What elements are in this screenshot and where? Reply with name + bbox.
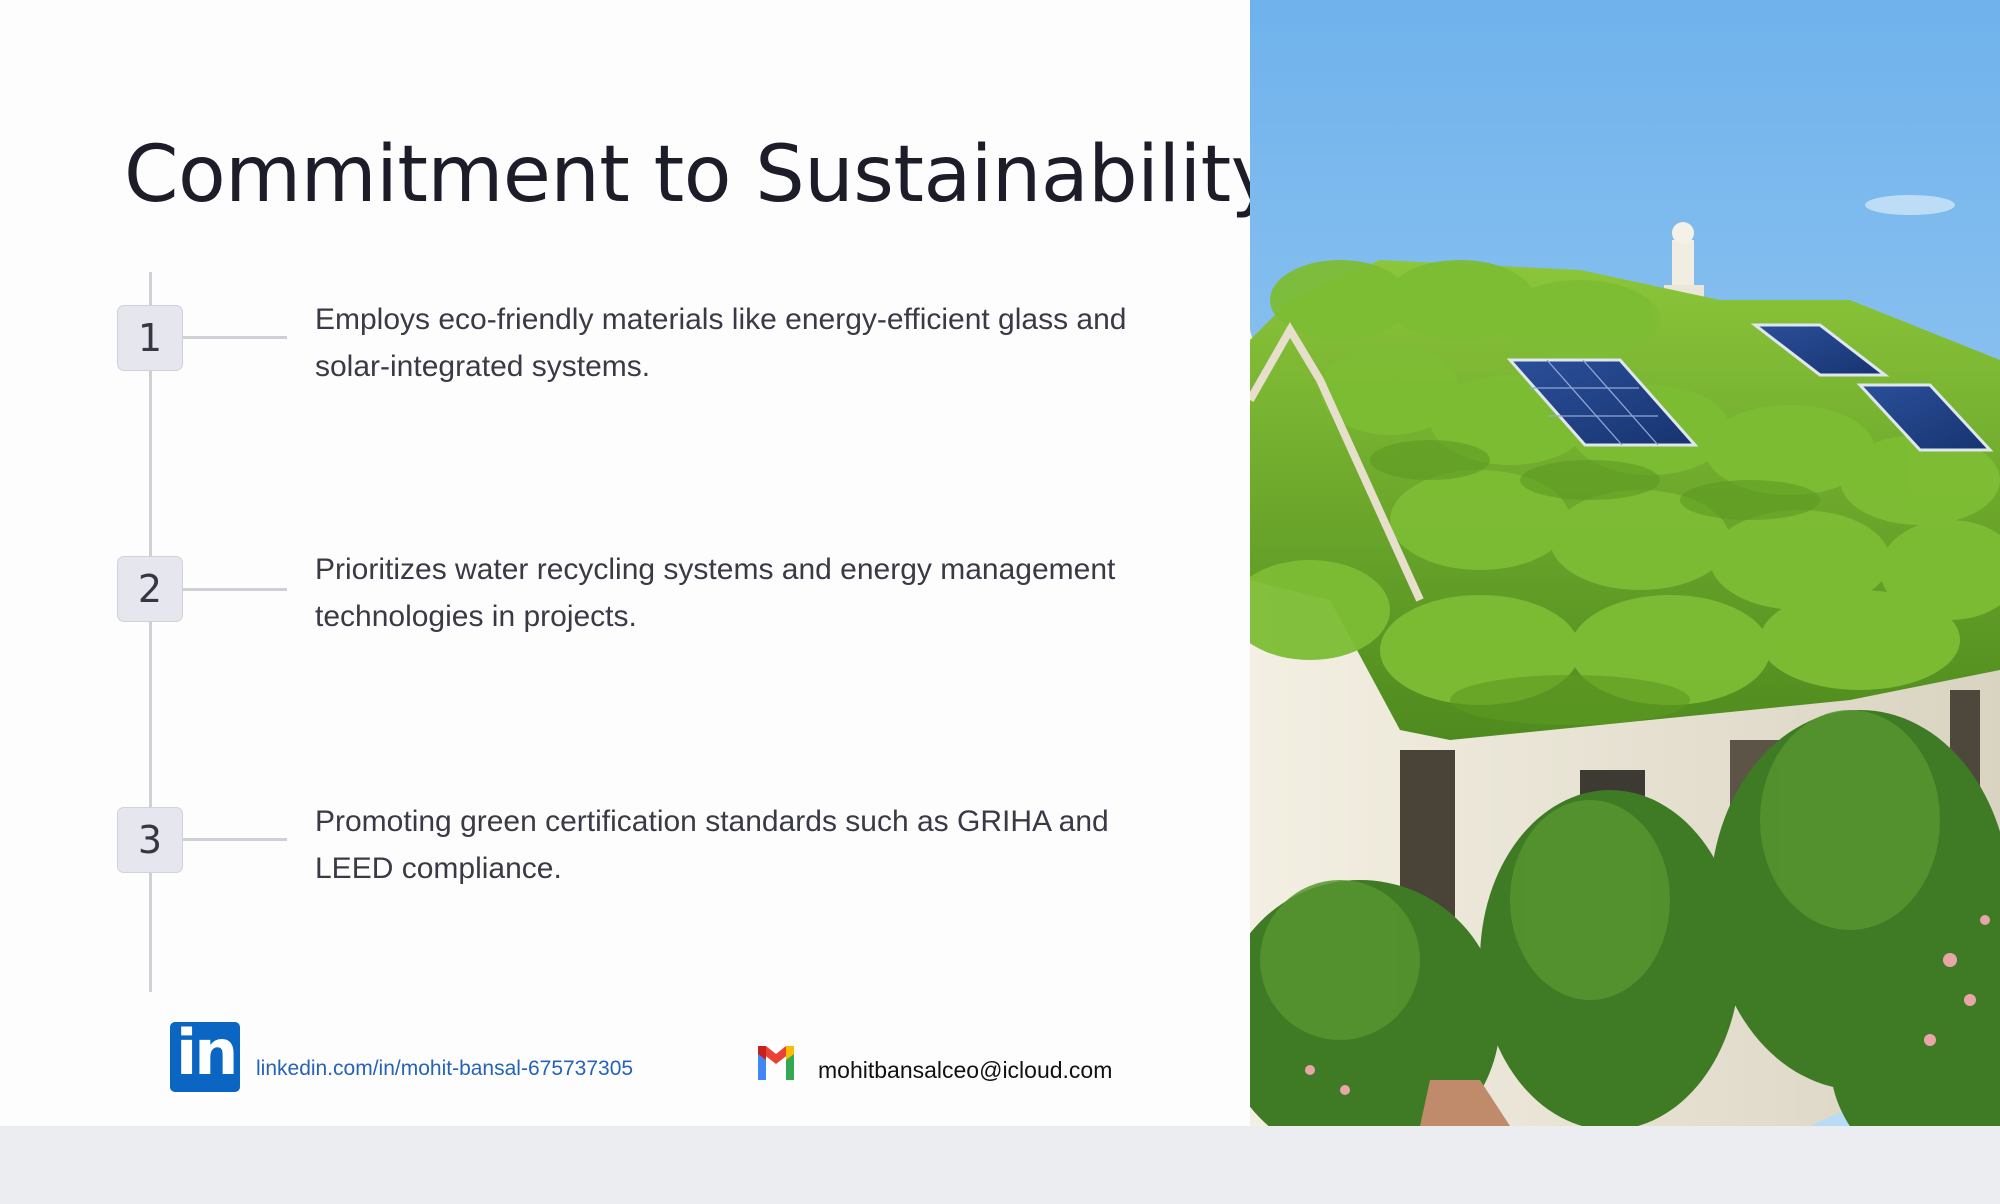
linkedin-logo-text: in bbox=[176, 1016, 238, 1089]
step-connector bbox=[183, 588, 287, 591]
step-connector bbox=[183, 838, 287, 841]
email-address[interactable]: mohitbansalceo@icloud.com bbox=[818, 1057, 1112, 1084]
timeline-step-2: 2 Prioritizes water recycling systems an… bbox=[0, 553, 1240, 756]
step-text: Prioritizes water recycling systems and … bbox=[315, 553, 1116, 633]
step-number-badge: 3 bbox=[117, 807, 183, 873]
page-title: Commitment to Sustainability bbox=[124, 130, 1277, 220]
slide: Commitment to Sustainability 1 Employs e… bbox=[0, 0, 2000, 1126]
linkedin-link[interactable]: linkedin.com/in/mohit-bansal-675737305 bbox=[256, 1057, 633, 1081]
timeline-step-3: 3 Promoting green certification standard… bbox=[0, 805, 1240, 1007]
linkedin-icon[interactable]: in bbox=[170, 1016, 240, 1092]
step-connector bbox=[183, 336, 287, 339]
green-roof-house-photo bbox=[1250, 0, 2000, 1126]
step-number-badge: 2 bbox=[117, 556, 183, 622]
gmail-icon[interactable] bbox=[756, 1044, 796, 1082]
step-text: Promoting green certification standards … bbox=[315, 805, 1109, 885]
step-text: Employs eco-friendly materials like ener… bbox=[315, 303, 1127, 383]
timeline-step-1: 1 Employs eco-friendly materials like en… bbox=[0, 303, 1240, 505]
step-number-badge: 1 bbox=[117, 305, 183, 371]
